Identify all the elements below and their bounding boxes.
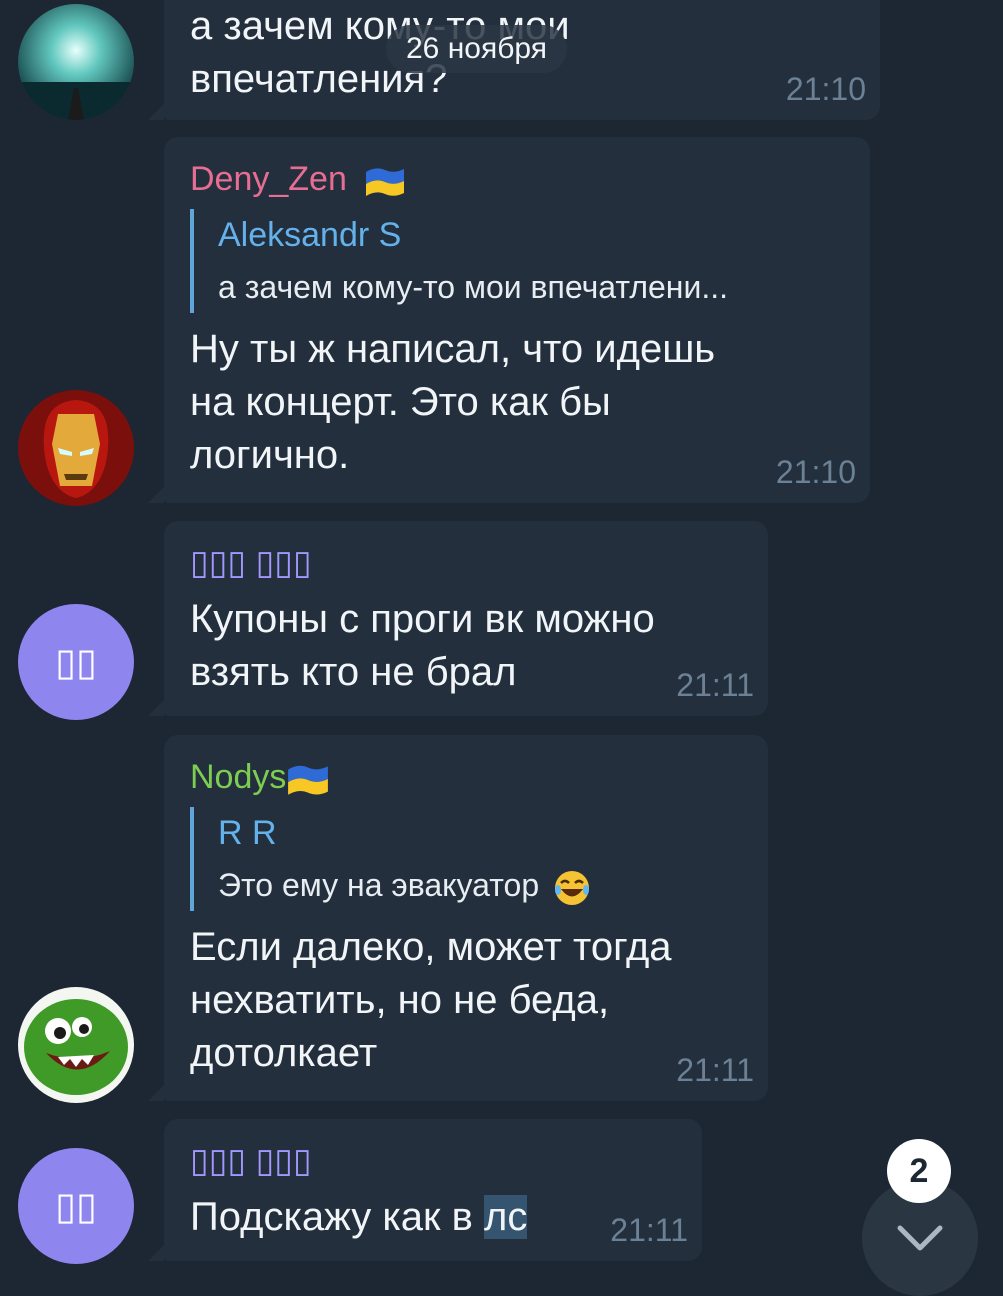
message-text: Подскажу как в лс (190, 1195, 528, 1239)
message-time: 21:11 (676, 1052, 754, 1088)
sender-name[interactable]: ▯▯▯ ▯▯▯ (190, 1141, 676, 1181)
message-text: Если далеко, может тогда нехватить, но н… (190, 925, 672, 1075)
reply-quote[interactable]: Aleksandr S а зачем кому-то мои впечатле… (190, 209, 844, 313)
reply-text: а зачем кому-то мои впечатлени... (218, 269, 728, 305)
avatar-initials[interactable]: ▯▯ (18, 1148, 134, 1264)
message-time: 21:11 (676, 667, 754, 703)
avatar-iron-man[interactable] (18, 390, 134, 506)
reply-author: R R (218, 814, 277, 852)
sender-name[interactable]: Nodys (190, 757, 742, 797)
reply-text-row: Это ему на эвакуатор (218, 859, 742, 911)
avatar-initials[interactable]: ▯▯ (18, 604, 134, 720)
avatar-fantasy[interactable] (18, 4, 134, 120)
reply-author: Aleksandr S (218, 216, 402, 254)
date-separator: 26 ноября (386, 25, 567, 73)
sender-name[interactable]: ▯▯▯ ▯▯▯ (190, 543, 742, 583)
avatar-green-monster[interactable] (18, 987, 134, 1103)
message-text: Купоны с проги вк можно взять кто не бра… (190, 597, 655, 694)
message-time: 21:10 (775, 454, 856, 490)
unread-count-badge: 2 (887, 1139, 951, 1203)
reply-quote[interactable]: R R Это ему на эвакуатор (190, 807, 742, 911)
message-time: 21:11 (610, 1212, 688, 1248)
message-text: Ну ты ж написал, что идешь на концерт. Э… (190, 327, 716, 477)
message-bubble[interactable]: Deny_Zen Aleksandr S а зачем кому-то мои… (148, 137, 870, 503)
message-bubble[interactable]: ▯▯▯ ▯▯▯ Купоны с проги вк можно взять кт… (148, 521, 768, 716)
reply-text: Это ему на эвакуатор (218, 867, 540, 903)
ukraine-flag-icon (288, 765, 329, 795)
laughing-emoji-icon (555, 870, 590, 905)
ukraine-flag-icon (366, 168, 405, 197)
message-bubble[interactable]: Nodys R R Это ему на эвакуатор Если дале… (148, 735, 768, 1101)
chevron-down-icon (897, 1225, 943, 1251)
sender-name[interactable]: Deny_Zen (190, 159, 844, 199)
highlighted-text[interactable]: лс (484, 1195, 528, 1239)
message-bubble[interactable]: ▯▯▯ ▯▯▯ Подскажу как в лс 21:11 (148, 1119, 702, 1261)
message-time: 21:10 (785, 71, 866, 107)
chat-history: а зачем кому-то мои впечатления? 21:10 2… (0, 0, 1003, 1280)
